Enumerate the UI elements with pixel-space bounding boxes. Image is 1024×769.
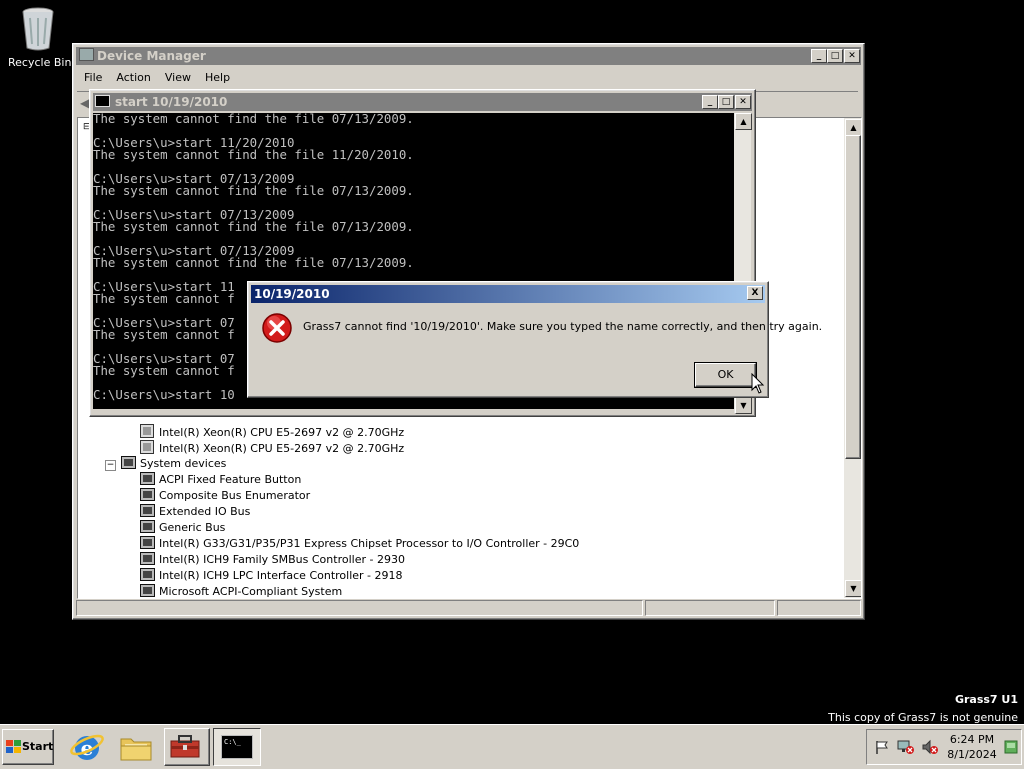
- console-title: start 10/19/2010: [115, 95, 228, 109]
- console-minimize-button[interactable]: _: [702, 95, 718, 109]
- clock-date: 8/1/2024: [947, 748, 997, 761]
- close-button[interactable]: ✕: [844, 49, 860, 63]
- device-icon: [140, 552, 155, 565]
- recycle-bin-icon: [22, 7, 54, 51]
- recycle-bin-label: Recycle Bin: [8, 56, 72, 69]
- system-tray: 6:24 PM 8/1/2024: [866, 729, 1022, 765]
- tree-item-device[interactable]: Generic Bus: [140, 520, 225, 536]
- console-maximize-button[interactable]: □: [718, 95, 734, 109]
- menu-help[interactable]: Help: [198, 68, 237, 88]
- tree-item-device[interactable]: Extended IO Bus: [140, 504, 250, 520]
- device-manager-titlebar[interactable]: Device Manager _ □ ✕: [76, 47, 861, 65]
- ok-button[interactable]: OK: [694, 362, 757, 388]
- volume-muted-icon[interactable]: [921, 739, 939, 755]
- device-icon: [140, 472, 155, 485]
- status-bar: [76, 599, 861, 616]
- maximize-button[interactable]: □: [827, 49, 843, 63]
- taskbar-ie-button[interactable]: e: [67, 729, 107, 765]
- processor-icon: [140, 440, 154, 454]
- device-manager-title: Device Manager: [97, 49, 206, 63]
- device-icon: [140, 520, 155, 533]
- console-app-icon: [95, 95, 110, 107]
- taskbar-console-button[interactable]: C:\_: [213, 728, 261, 766]
- console-scroll-up-arrow-icon[interactable]: ▲: [735, 113, 752, 130]
- watermark-notice: This copy of Grass7 is not genuine: [828, 711, 1018, 724]
- start-label: Start: [22, 740, 54, 753]
- status-pane-main: [76, 600, 643, 616]
- error-icon: [262, 313, 292, 343]
- start-button[interactable]: Start: [2, 729, 54, 765]
- menu-view[interactable]: View: [158, 68, 198, 88]
- taskbar-toolbox-button[interactable]: [164, 728, 210, 766]
- tree-scroll-thumb[interactable]: [845, 135, 861, 459]
- tree-item-device[interactable]: ACPI Fixed Feature Button: [140, 472, 301, 488]
- recycle-bin[interactable]: Recycle Bin: [8, 6, 72, 72]
- processor-icon: [140, 424, 154, 438]
- tree-item-cpu-1[interactable]: Intel(R) Xeon(R) CPU E5-2697 v2 @ 2.70GH…: [140, 424, 404, 440]
- tree-item-device[interactable]: Microsoft ACPI-Compliant System: [140, 584, 342, 598]
- system-devices-icon: [121, 456, 136, 469]
- taskbar: Start e C:\_ 6:24 PM 8/1/2024: [0, 724, 1024, 769]
- menu-action[interactable]: Action: [109, 68, 157, 88]
- error-dialog-titlebar[interactable]: 10/19/2010 X: [251, 285, 765, 303]
- tree-item-device[interactable]: Intel(R) G33/G31/P35/P31 Express Chipset…: [140, 536, 579, 552]
- device-icon: [140, 584, 155, 597]
- error-dialog-close-button[interactable]: X: [747, 286, 763, 300]
- clock[interactable]: 6:24 PM 8/1/2024: [947, 732, 997, 762]
- scroll-down-arrow-icon[interactable]: ▼: [845, 580, 861, 597]
- windows-logo-icon: [6, 740, 21, 753]
- menu-file[interactable]: File: [77, 68, 109, 88]
- mouse-cursor-icon: [751, 373, 765, 394]
- status-pane-3: [777, 600, 861, 616]
- tree-item-device[interactable]: Intel(R) ICH9 Family SMBus Controller - …: [140, 552, 405, 568]
- console-scroll-down-arrow-icon[interactable]: ▼: [735, 397, 752, 414]
- tree-collapse-icon[interactable]: −: [105, 460, 116, 471]
- device-icon: [140, 568, 155, 581]
- error-dialog-title: 10/19/2010: [254, 287, 330, 301]
- console-close-button[interactable]: ✕: [735, 95, 751, 109]
- device-manager-app-icon: [79, 48, 94, 61]
- tree-category-system-devices[interactable]: − System devices: [105, 456, 226, 472]
- show-desktop-icon[interactable]: [1004, 740, 1018, 754]
- action-center-flag-icon[interactable]: [874, 739, 890, 755]
- clock-time: 6:24 PM: [949, 733, 995, 746]
- internet-explorer-icon: e: [70, 734, 104, 760]
- device-icon: [140, 504, 155, 517]
- menu-bar: File Action View Help: [77, 68, 237, 88]
- device-icon: [140, 488, 155, 501]
- error-dialog[interactable]: 10/19/2010 X Grass7 cannot find '10/19/2…: [247, 281, 823, 398]
- back-button[interactable]: ◀: [80, 96, 89, 110]
- console-titlebar[interactable]: start 10/19/2010 _ □ ✕: [93, 93, 752, 111]
- minimize-button[interactable]: _: [811, 49, 827, 63]
- tree-item-cpu-2[interactable]: Intel(R) Xeon(R) CPU E5-2697 v2 @ 2.70GH…: [140, 440, 404, 456]
- folder-icon: [120, 738, 152, 761]
- taskbar-explorer-button[interactable]: [116, 729, 156, 765]
- scroll-up-arrow-icon[interactable]: ▲: [845, 119, 861, 136]
- network-disconnected-icon[interactable]: [897, 739, 915, 755]
- status-pane-2: [645, 600, 775, 616]
- tree-item-device[interactable]: Composite Bus Enumerator: [140, 488, 310, 504]
- error-message: Grass7 cannot find '10/19/2010'. Make su…: [303, 320, 823, 333]
- device-icon: [140, 536, 155, 549]
- watermark-title: Grass7 U1: [954, 693, 1018, 706]
- tree-item-device[interactable]: Intel(R) ICH9 LPC Interface Controller -…: [140, 568, 403, 584]
- toolbox-icon: [170, 735, 200, 758]
- console-taskbar-icon: C:\_: [221, 735, 253, 759]
